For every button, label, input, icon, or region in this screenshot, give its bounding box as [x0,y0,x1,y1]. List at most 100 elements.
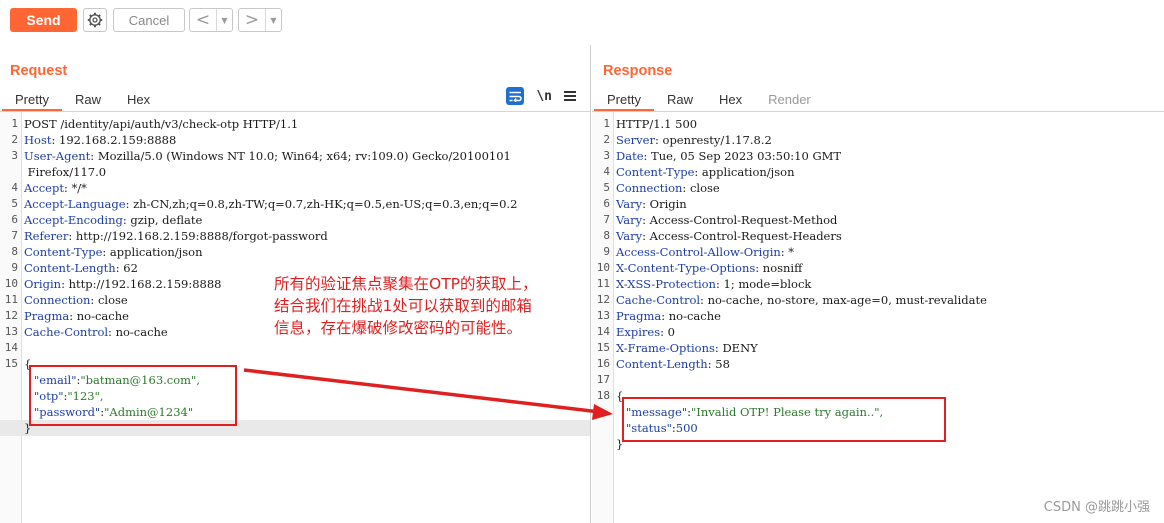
settings-gear-icon[interactable] [83,8,107,32]
header-value: no-cache [665,309,721,323]
response-tab-raw[interactable]: Raw [654,89,706,109]
response-code-line: 13 Pragma: no-cache [592,308,1164,324]
header-value: Origin [645,197,687,211]
header-value: openresty/1.17.8.2 [658,133,772,147]
response-code-line: 11 X-XSS-Protection: 1; mode=block [592,276,1164,292]
header-value: zh-CN,zh;q=0.8,zh-TW;q=0.7,zh-HK;q=0.5,e… [129,197,518,211]
header-name: Server [616,133,655,147]
request-code-line: 3 User-Agent: Mozilla/5.0 (Windows NT 10.… [0,148,590,164]
header-value: application/json [106,245,203,259]
annotation-line-2: 结合我们在挑战1处可以获取到的邮箱 [274,297,532,315]
line-number: 13 [596,309,610,322]
response-tab-render[interactable]: Render [755,89,824,109]
line-number: 2 [11,133,18,146]
request-tab-pretty[interactable]: Pretty [2,89,62,111]
response-code-line: 6 Vary: Origin [592,196,1164,212]
line-number: 8 [603,229,610,242]
line-number: 7 [11,229,18,242]
line-content: Vary: Origin [616,196,687,212]
response-body-highlight-box [622,397,946,442]
request-code-line: 2 Host: 192.168.2.159:8888 [0,132,590,148]
header-name: X-Frame-Options [616,341,715,355]
response-code-line: 8 Vary: Access-Control-Request-Headers [592,228,1164,244]
word-wrap-icon[interactable] [506,87,525,105]
line-content: Date: Tue, 05 Sep 2023 03:50:10 GMT [616,148,841,164]
line-content: Pragma: no-cache [24,308,129,324]
header-name: Access-Control-Allow-Origin [616,245,781,259]
line-number: 1 [11,117,18,130]
line-number: 15 [596,341,610,354]
response-code-line: 7 Vary: Access-Control-Request-Method [592,212,1164,228]
forward-arrow-button[interactable]: > [239,9,265,31]
header-name: Host [24,133,52,147]
line-number: 3 [11,149,18,162]
request-code-line: 1 POST /identity/api/auth/v3/check-otp HT… [0,116,590,132]
line-content: Content-Length: 62 [24,260,138,276]
send-button[interactable]: Send [10,8,77,32]
header-name: Referer [24,229,69,243]
response-code-line: 5 Connection: close [592,180,1164,196]
header-name: User-Agent [24,149,91,163]
header-name: Content-Length [616,357,708,371]
line-content: User-Agent: Mozilla/5.0 (Windows NT 10.0… [24,148,511,164]
request-tab-raw[interactable]: Raw [62,89,114,109]
header-name: Cache-Control [616,293,701,307]
line-number: 11 [596,277,610,290]
response-pane: Response Pretty Raw Hex Render 1 HTTP/1.1… [592,45,1164,523]
request-body-highlight-box [29,365,237,426]
gear-icon [87,12,103,28]
line-number: 5 [11,197,18,210]
header-value: nosniff [759,261,803,275]
response-code-line: 4 Content-Type: application/json [592,164,1164,180]
header-value: close [94,293,128,307]
header-value: Firefox/117.0 [24,165,107,179]
response-code-line: 14 Expires: 0 [592,324,1164,340]
line-number: 12 [596,293,610,306]
request-code-line: Firefox/117.0 [0,164,590,180]
header-value: POST /identity/api/auth/v3/check-otp HTT… [24,117,299,131]
menu-icon[interactable] [564,91,576,101]
response-editor[interactable]: 1 HTTP/1.1 500 2 Server: openresty/1.17.8.2… [592,112,1164,523]
line-content: Cache-Control: no-cache [24,324,168,340]
forward-history-dropdown-icon[interactable]: ▼ [265,9,281,31]
header-name: Cache-Control [24,325,109,339]
back-arrow-button[interactable]: < [190,9,216,31]
line-number: 11 [4,293,18,306]
header-value: application/json [698,165,795,179]
line-content: Origin: http://192.168.2.159:8888 [24,276,222,292]
line-content: Connection: close [616,180,720,196]
line-content: Vary: Access-Control-Request-Method [616,212,837,228]
line-content: Vary: Access-Control-Request-Headers [616,228,842,244]
header-name: X-XSS-Protection [616,277,716,291]
response-code-line: 9 Access-Control-Allow-Origin: * [592,244,1164,260]
line-number: 9 [11,261,18,274]
header-value: no-cache [111,325,168,339]
response-code-line: 10 X-Content-Type-Options: nosniff [592,260,1164,276]
line-number: 18 [596,389,610,402]
csdn-watermark: CSDN @跳跳小强 [1043,500,1150,515]
forward-nav-group: > ▼ [238,8,282,32]
line-content: Cache-Control: no-cache, no-store, max-a… [616,292,987,308]
header-name: Pragma [616,309,662,323]
show-newlines-button[interactable]: \n [536,89,552,104]
line-content: Accept: */* [24,180,87,196]
line-content: Pragma: no-cache [616,308,721,324]
request-editor-icons: \n [506,87,576,105]
toolbar: Send Cancel < ▼ > ▼ [0,0,1164,40]
cancel-button[interactable]: Cancel [113,8,185,32]
line-number: 4 [603,165,610,178]
header-name: Accept [24,181,64,195]
response-tab-pretty[interactable]: Pretty [594,89,654,111]
line-number: 6 [603,197,610,210]
response-tabs: Pretty Raw Hex Render [594,89,824,111]
line-content: X-Frame-Options: DENY [616,340,758,356]
line-number: 3 [603,149,610,162]
request-tab-hex[interactable]: Hex [114,89,163,109]
header-name: Accept-Encoding [24,213,123,227]
response-tab-hex[interactable]: Hex [706,89,755,109]
back-history-dropdown-icon[interactable]: ▼ [216,9,232,31]
line-content: X-Content-Type-Options: nosniff [616,260,802,276]
request-code-line: 8 Content-Type: application/json [0,244,590,260]
line-number: 9 [603,245,610,258]
response-code-line: 2 Server: openresty/1.17.8.2 [592,132,1164,148]
